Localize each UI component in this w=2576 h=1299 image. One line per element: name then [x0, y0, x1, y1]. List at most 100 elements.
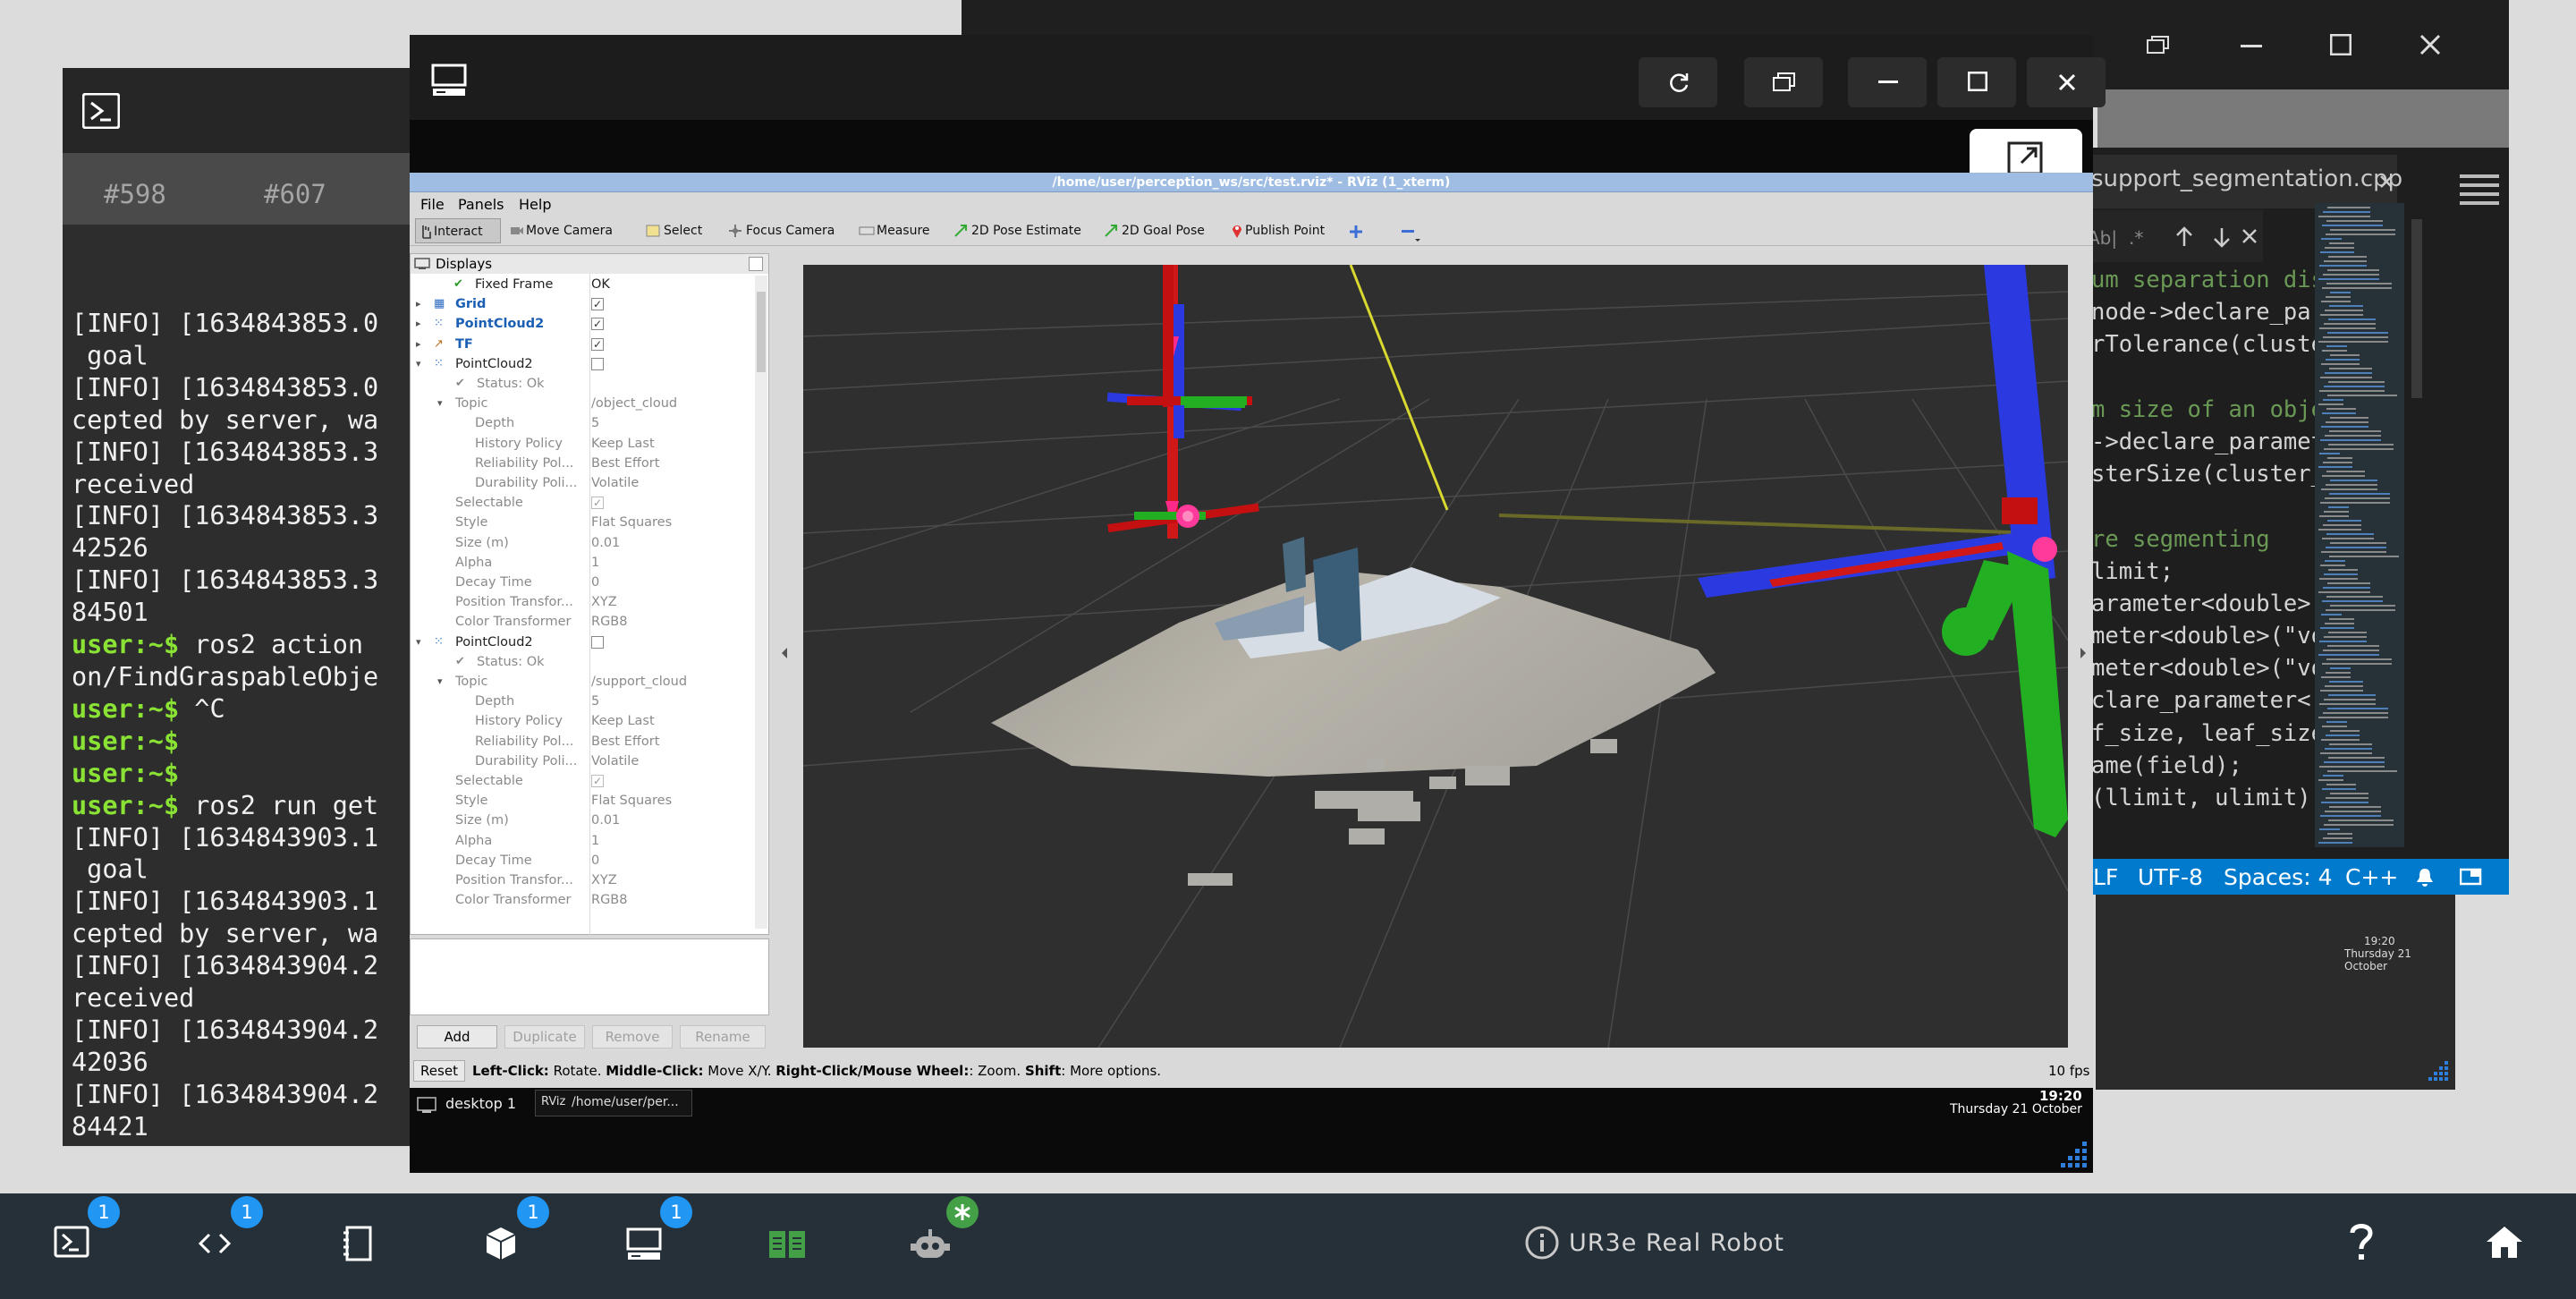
- help-icon[interactable]: [2347, 1220, 2376, 1263]
- property-value[interactable]: 0.01: [591, 533, 620, 553]
- property-row[interactable]: Decay Time 0: [411, 851, 755, 870]
- expand-arrow-icon[interactable]: ▾: [437, 672, 443, 692]
- property-value[interactable]: 5: [591, 692, 599, 711]
- property-value[interactable]: Best Effort: [591, 732, 659, 751]
- menu-file[interactable]: File: [420, 196, 445, 213]
- display-row-pointcloud2[interactable]: ▾ ⁙ PointCloud2: [411, 354, 755, 374]
- code-editor[interactable]: support_segmentation.cpp Ab| .* um separ…: [2084, 148, 2509, 895]
- property-value[interactable]: Flat Squares: [591, 791, 672, 811]
- property-row[interactable]: History Policy Keep Last: [411, 711, 755, 731]
- duplicate-button[interactable]: Duplicate: [504, 1025, 585, 1049]
- property-row[interactable]: Selectable ✓: [411, 493, 755, 513]
- dock-code[interactable]: [188, 1217, 242, 1270]
- property-value[interactable]: Volatile: [591, 473, 639, 493]
- indent-label[interactable]: Spaces: 4: [2224, 864, 2332, 890]
- tool-focus-camera[interactable]: Focus Camera: [726, 218, 835, 243]
- maximize-button[interactable]: [1937, 57, 2016, 107]
- property-row[interactable]: Depth 5: [411, 413, 755, 433]
- tool-2d-goal-pose[interactable]: 2D Goal Pose: [1102, 218, 1205, 243]
- rviz-window[interactable]: /home/user/perception_ws/src/test.rviz* …: [410, 173, 2093, 1088]
- property-value[interactable]: Keep Last: [591, 434, 655, 454]
- property-value[interactable]: Flat Squares: [591, 513, 672, 532]
- property-row-status[interactable]: ✔ Status: Ok: [411, 652, 755, 672]
- editor-scrollbar[interactable]: [2411, 219, 2422, 398]
- dock-shell[interactable]: [45, 1217, 98, 1270]
- property-value[interactable]: Best Effort: [591, 454, 659, 473]
- property-value[interactable]: RGB8: [591, 890, 627, 910]
- property-value[interactable]: 1: [591, 831, 599, 851]
- 3d-viewport[interactable]: [803, 265, 2068, 1048]
- desktop-label[interactable]: desktop 1: [445, 1095, 516, 1112]
- enable-checkbox[interactable]: ✓: [591, 337, 604, 351]
- property-row[interactable]: Alpha 1: [411, 831, 755, 851]
- dock-notebook[interactable]: [331, 1217, 385, 1270]
- display-row-fixed-frame[interactable]: ✔ Fixed Frame OK: [411, 275, 755, 294]
- expand-arrow-icon[interactable]: ▸: [416, 335, 421, 354]
- property-value[interactable]: Volatile: [591, 751, 639, 771]
- property-row[interactable]: Color Transformer RGB8: [411, 890, 755, 910]
- enable-checkbox[interactable]: ✓: [591, 298, 604, 311]
- add-button[interactable]: Add: [417, 1025, 497, 1049]
- property-value[interactable]: XYZ: [591, 592, 617, 612]
- language-label[interactable]: C++: [2345, 864, 2398, 890]
- find-controls-icon[interactable]: Ab| .*: [2088, 225, 2240, 250]
- tool-measure[interactable]: Measure: [857, 218, 930, 243]
- home-icon[interactable]: [2485, 1224, 2524, 1260]
- property-value[interactable]: RGB8: [591, 612, 627, 632]
- dock-remote-desktop[interactable]: [617, 1217, 671, 1270]
- minimize-icon[interactable]: [2241, 45, 2262, 48]
- expand-arrow-icon[interactable]: ▾: [416, 633, 421, 652]
- property-row[interactable]: Selectable ✓: [411, 771, 755, 791]
- property-row[interactable]: Position Transfor... XYZ: [411, 592, 755, 612]
- display-row-tf[interactable]: ▸ ↗ TF ✓: [411, 335, 755, 354]
- property-row[interactable]: Position Transfor... XYZ: [411, 870, 755, 890]
- property-row[interactable]: Style Flat Squares: [411, 791, 755, 811]
- menu-icon[interactable]: [2460, 173, 2499, 207]
- info-icon[interactable]: [1524, 1225, 1560, 1261]
- displays-panel[interactable]: Displays ✔ Fixed Frame OK ▸ ▦ Grid ✓ ▸ ⁙ PointClo…: [410, 253, 769, 936]
- enable-checkbox[interactable]: [591, 357, 604, 370]
- resize-grip-icon[interactable]: [2427, 1061, 2450, 1084]
- tool-select[interactable]: Select: [644, 218, 702, 243]
- editor-minimap[interactable]: [2315, 203, 2404, 847]
- enable-checkbox[interactable]: ✓: [591, 318, 604, 331]
- close-button[interactable]: [2027, 57, 2106, 107]
- property-row[interactable]: Size (m) 0.01: [411, 811, 755, 830]
- close-icon[interactable]: [2419, 34, 2441, 55]
- eol-label[interactable]: LF: [2093, 864, 2118, 890]
- property-row[interactable]: Decay Time 0: [411, 573, 755, 592]
- tool-2d-pose-estimate[interactable]: 2D Pose Estimate: [952, 218, 1081, 243]
- property-value[interactable]: 5: [591, 413, 599, 433]
- property-row[interactable]: Reliability Pol... Best Effort: [411, 454, 755, 473]
- property-row[interactable]: Reliability Pol... Best Effort: [411, 732, 755, 751]
- enable-checkbox[interactable]: ✓: [591, 775, 604, 787]
- resize-grip-icon[interactable]: [2061, 1142, 2088, 1168]
- display-row-pointcloud2[interactable]: ▸ ⁙ PointCloud2 ✓: [411, 314, 755, 334]
- property-row[interactable]: Style Flat Squares: [411, 513, 755, 532]
- expand-arrow-icon[interactable]: ▸: [416, 314, 421, 334]
- tool-move-camera[interactable]: Move Camera: [508, 218, 613, 243]
- property-value[interactable]: 0: [591, 851, 599, 870]
- terminal-output[interactable]: [INFO] [1634843853.0 goal [INFO] [1634843…: [72, 308, 378, 1146]
- maximize-icon[interactable]: [2330, 34, 2351, 55]
- rename-button[interactable]: Rename: [680, 1025, 766, 1049]
- remove-tool-icon[interactable]: [1401, 225, 1420, 242]
- property-row[interactable]: Depth 5: [411, 692, 755, 711]
- property-value[interactable]: 0.01: [591, 811, 620, 830]
- property-value[interactable]: Keep Last: [591, 711, 655, 731]
- reload-button[interactable]: [1639, 57, 1717, 107]
- property-row[interactable]: Alpha 1: [411, 553, 755, 573]
- panel-float-button[interactable]: [749, 257, 763, 271]
- close-icon[interactable]: [2379, 174, 2394, 189]
- minimize-button[interactable]: [1848, 57, 1927, 107]
- add-tool-icon[interactable]: [1349, 225, 1363, 239]
- expand-arrow-icon[interactable]: ▾: [437, 394, 443, 413]
- collapse-left-icon[interactable]: [780, 647, 789, 659]
- property-row[interactable]: Durability Poli... Volatile: [411, 751, 755, 771]
- restore-button[interactable]: [1744, 57, 1823, 107]
- terminal-tab[interactable]: #598: [104, 179, 166, 209]
- remove-button[interactable]: Remove: [592, 1025, 673, 1049]
- property-row[interactable]: Durability Poli... Volatile: [411, 473, 755, 493]
- taskbar-task-rviz[interactable]: RViz /home/user/per...: [535, 1090, 692, 1116]
- layout-icon[interactable]: [2460, 867, 2483, 887]
